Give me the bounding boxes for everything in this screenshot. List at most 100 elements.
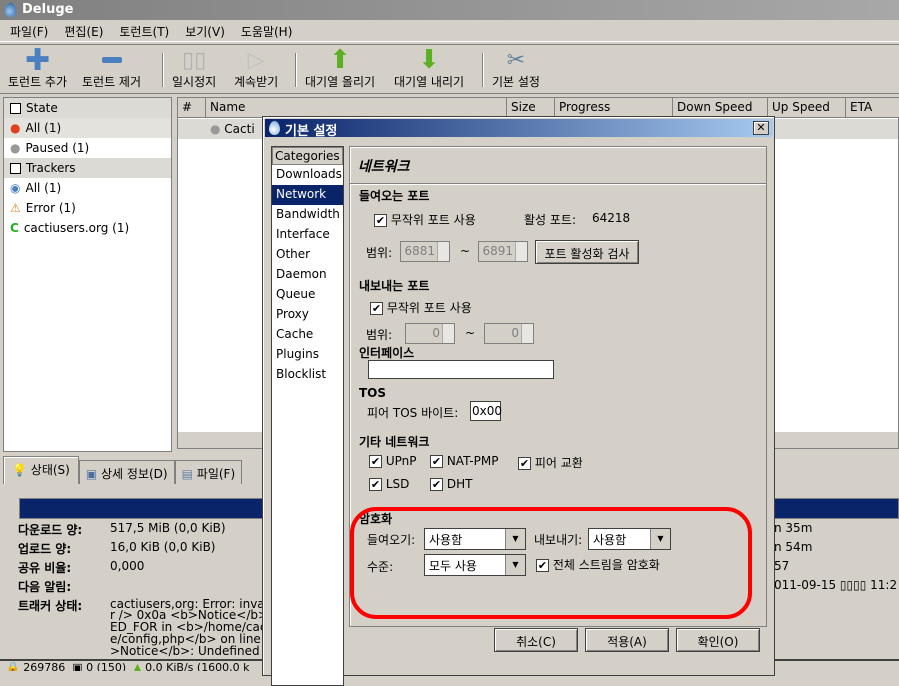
column-name[interactable]: Name xyxy=(206,98,507,118)
categories-list: Categories Downloads Network Bandwidth I… xyxy=(271,146,344,686)
category-proxy[interactable]: Proxy xyxy=(272,305,343,325)
seed-rank-value: 57 xyxy=(774,559,790,573)
menu-bar: 파일(F) 편집(E) 토런트(T) 보기(V) 도움말(H) xyxy=(0,20,899,42)
category-blocklist[interactable]: Blocklist xyxy=(272,365,343,385)
globe-icon: ◉ xyxy=(10,181,21,195)
sidebar-item-state-all[interactable]: ● All (1) xyxy=(4,118,171,138)
resume-button[interactable]: ▷ 계속받기 xyxy=(234,47,278,90)
tos-heading: TOS xyxy=(359,386,387,400)
nat-pmp-checkbox[interactable]: ✔ NAT-PMP xyxy=(430,454,498,468)
interface-heading: 인터페이스 xyxy=(359,346,415,360)
upnp-checkbox[interactable]: ✔ UPnP xyxy=(369,454,416,468)
column-eta[interactable]: ETA xyxy=(846,98,899,118)
interface-input[interactable] xyxy=(368,360,554,379)
dialog-titlebar: 기본 설정 ✕ xyxy=(265,119,773,139)
incoming-port-heading: 들여오는 포트 xyxy=(359,189,430,203)
tab-status[interactable]: 💡 상태(S) xyxy=(3,456,79,484)
pause-icon: ▯▯ xyxy=(181,47,207,73)
queue-up-button[interactable]: ⬆ 대기열 올리기 xyxy=(305,45,375,90)
outgoing-range-label: 범위: xyxy=(366,328,393,342)
menu-view[interactable]: 보기(V) xyxy=(185,23,225,39)
peer-exchange-checkbox[interactable]: ✔ 피어 교환 xyxy=(518,454,583,471)
outgoing-from-port-spinner[interactable]: 0 xyxy=(405,323,455,344)
tab-files[interactable]: ▤ 파일(F) xyxy=(174,460,243,484)
other-network-heading: 기타 네트워크 xyxy=(359,435,430,449)
category-daemon[interactable]: Daemon xyxy=(272,265,343,285)
apply-button[interactable]: 적용(A) xyxy=(585,628,669,652)
paused-icon: ● xyxy=(10,141,21,155)
menu-torrent[interactable]: 토런트(T) xyxy=(119,23,169,39)
network-settings-pane: 네트워크 들여오는 포트 ✔ 무작위 포트 사용 활성 포트: 64218 범위… xyxy=(349,146,767,627)
divider xyxy=(350,183,766,185)
dht-checkbox[interactable]: ✔ DHT xyxy=(430,477,472,491)
incoming-from-port-spinner[interactable]: 6881 xyxy=(400,241,450,262)
lsd-checkbox[interactable]: ✔ LSD xyxy=(369,477,409,491)
category-network[interactable]: Network xyxy=(272,185,343,205)
paused-icon: ● xyxy=(210,122,225,136)
incoming-to-port-spinner[interactable]: 6891 xyxy=(478,241,528,262)
test-active-port-button[interactable]: 포트 활성화 검사 xyxy=(535,240,639,264)
peer-tos-label: 피어 TOS 바이트: xyxy=(367,406,459,420)
sidebar-item-trackers-all[interactable]: ◉ All (1) xyxy=(4,178,171,198)
menu-help[interactable]: 도움말(H) xyxy=(241,23,293,39)
category-interface[interactable]: Interface xyxy=(272,225,343,245)
tracker-status-label: 트래커 상태: xyxy=(18,599,83,613)
sidebar-group-state[interactable]: State xyxy=(4,98,171,118)
collapse-icon xyxy=(10,162,21,174)
column-down-speed[interactable]: Down Speed xyxy=(673,98,768,118)
remove-torrent-button[interactable]: 토런트 제거 xyxy=(82,47,141,90)
active-port-value: 64218 xyxy=(592,211,631,225)
seeding-time-value: n 54m xyxy=(774,540,813,554)
play-icon: ▷ xyxy=(247,47,265,73)
add-torrent-button[interactable]: ✚ 토런트 추가 xyxy=(8,43,67,90)
category-cache[interactable]: Cache xyxy=(272,325,343,345)
category-other[interactable]: Other xyxy=(272,245,343,265)
files-icon: ▤ xyxy=(181,467,193,481)
app-titlebar: Deluge xyxy=(0,0,899,20)
collapse-icon xyxy=(10,102,21,114)
menu-edit[interactable]: 편집(E) xyxy=(64,23,103,39)
column-size[interactable]: Size xyxy=(507,98,555,118)
peer-tos-input[interactable]: 0x00 xyxy=(470,401,502,421)
tracker-status-more: r /> 0x0a <b>Notice</b>: ED_FOR in <b>/ho… xyxy=(110,608,273,658)
category-queue[interactable]: Queue xyxy=(272,285,343,305)
category-plugins[interactable]: Plugins xyxy=(272,345,343,365)
column-progress[interactable]: Progress xyxy=(555,98,673,118)
arrow-up-icon: ⬆ xyxy=(329,45,351,75)
page-title: 네트워크 xyxy=(358,159,410,175)
menu-file[interactable]: 파일(F) xyxy=(10,23,48,39)
tracker-favicon-icon: C xyxy=(10,221,19,235)
tab-details[interactable]: ▣ 상세 정보(D) xyxy=(78,460,175,484)
outgoing-to-port-spinner[interactable]: 0 xyxy=(484,323,534,344)
date-added-value: 011-09-15 ▯▯▯▯ 11:2 xyxy=(774,578,898,592)
uploaded-value: 16,0 KiB (0,0 KiB) xyxy=(110,540,216,554)
checkbox-checked-icon: ✔ xyxy=(370,302,383,315)
sidebar-item-paused[interactable]: ● Paused (1) xyxy=(4,138,171,158)
range-separator: ~ xyxy=(465,326,476,340)
checkbox-checked-icon: ✔ xyxy=(374,214,387,227)
column-number[interactable]: # xyxy=(178,98,206,118)
sidebar-group-trackers[interactable]: Trackers xyxy=(4,158,171,178)
info-icon: ▣ xyxy=(85,467,98,481)
ratio-label: 공유 비율: xyxy=(18,561,72,575)
deluge-logo-icon xyxy=(269,121,280,135)
highlight-annotation xyxy=(350,507,752,619)
sidebar-item-cactiusers[interactable]: Ccactiusers.org (1) xyxy=(4,218,171,238)
category-downloads[interactable]: Downloads xyxy=(272,165,343,185)
outgoing-random-checkbox[interactable]: ✔ 무작위 포트 사용 xyxy=(370,299,472,316)
sidebar-item-error[interactable]: ⚠ Error (1) xyxy=(4,198,171,218)
incoming-random-checkbox[interactable]: ✔ 무작위 포트 사용 xyxy=(374,211,476,228)
category-bandwidth[interactable]: Bandwidth xyxy=(272,205,343,225)
queue-down-button[interactable]: ⬇ 대기열 내리기 xyxy=(394,45,464,90)
column-up-speed[interactable]: Up Speed xyxy=(768,98,846,118)
cancel-button[interactable]: 취소(C) xyxy=(494,628,578,652)
toolbar-separator xyxy=(295,53,297,87)
deluge-logo-icon xyxy=(5,3,16,17)
download-speed-icon: ▲ xyxy=(133,661,142,671)
preferences-button[interactable]: ✂ 기본 설정 xyxy=(492,47,540,90)
toolbar-separator xyxy=(162,53,164,87)
close-button[interactable]: ✕ xyxy=(753,121,769,135)
active-port-label: 활성 포트: xyxy=(524,213,577,227)
pause-button[interactable]: ▯▯ 일시정지 xyxy=(172,47,216,90)
ok-button[interactable]: 확인(O) xyxy=(676,628,760,652)
